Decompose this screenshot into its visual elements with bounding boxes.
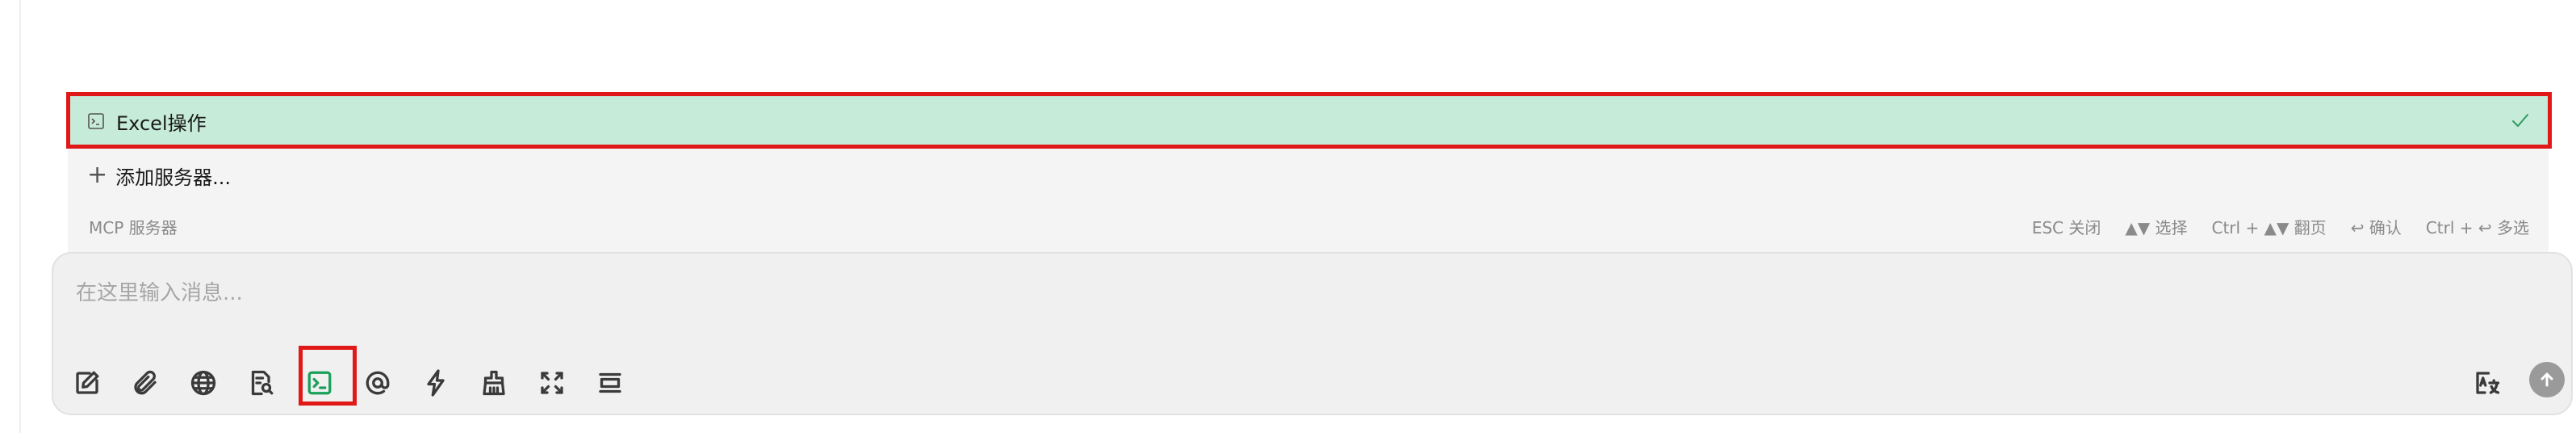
- mcp-panel-title: MCP 服务器: [89, 217, 178, 238]
- document-search-icon: [251, 370, 274, 396]
- web-search-button[interactable]: [181, 360, 226, 406]
- globe-icon: [190, 370, 216, 396]
- mcp-server-label: Excel操作: [116, 111, 207, 135]
- send-button[interactable]: [2529, 362, 2565, 397]
- add-server-label: 添加服务器...: [115, 166, 232, 189]
- attachment-icon: [134, 370, 157, 395]
- hint-select: ▲▼ 选择: [2125, 217, 2188, 238]
- add-server-button[interactable]: + 添加服务器...: [68, 152, 2549, 199]
- hint-confirm: ↩ 确认: [2350, 217, 2402, 238]
- sidebar-divider: [19, 0, 21, 433]
- mcp-panel-footer: MCP 服务器 ESC 关闭 ▲▼ 选择 Ctrl + ▲▼ 翻页 ↩ 确认 C…: [68, 204, 2549, 249]
- edit-icon: [76, 371, 99, 394]
- hint-multiselect: Ctrl + ↩ 多选: [2425, 217, 2529, 238]
- check-icon: [2510, 110, 2531, 131]
- lightning-icon: [427, 369, 445, 397]
- clear-context-button[interactable]: [471, 360, 516, 406]
- mention-icon: [366, 371, 390, 395]
- clear-icon: [483, 370, 505, 396]
- translate-icon: [2476, 372, 2500, 394]
- mention-button[interactable]: [355, 360, 400, 406]
- expand-icon: [541, 372, 563, 394]
- arrow-up-icon: [2540, 372, 2553, 387]
- translate-button[interactable]: [2465, 360, 2510, 406]
- chat-stage: Excel操作 + 添加服务器... MCP 服务器 ESC 关闭 ▲▼ 选择 …: [0, 0, 2576, 433]
- mcp-server-panel: Excel操作 + 添加服务器... MCP 服务器 ESC 关闭 ▲▼ 选择 …: [68, 95, 2549, 254]
- newline-icon: [599, 372, 621, 393]
- edit-button[interactable]: [65, 360, 110, 406]
- newline-button[interactable]: [588, 360, 633, 406]
- quick-phrase-button[interactable]: [413, 360, 458, 406]
- mcp-terminal-icon: [307, 371, 332, 395]
- message-input[interactable]: [76, 273, 2416, 313]
- terminal-icon: [87, 112, 105, 130]
- hint-page: Ctrl + ▲▼ 翻页: [2211, 217, 2327, 238]
- expand-button[interactable]: [529, 360, 575, 406]
- attach-button[interactable]: [123, 360, 168, 406]
- plus-icon: +: [87, 161, 108, 189]
- mcp-server-button[interactable]: [297, 360, 342, 406]
- message-composer: [52, 252, 2573, 415]
- keyboard-hints: ESC 关闭 ▲▼ 选择 Ctrl + ▲▼ 翻页 ↩ 确认 Ctrl + ↩ …: [2032, 215, 2529, 238]
- knowledge-base-button[interactable]: [239, 360, 284, 406]
- composer-toolbar: [53, 359, 2571, 407]
- mcp-server-item-excel[interactable]: Excel操作: [68, 95, 2549, 147]
- hint-close: ESC 关闭: [2031, 217, 2101, 238]
